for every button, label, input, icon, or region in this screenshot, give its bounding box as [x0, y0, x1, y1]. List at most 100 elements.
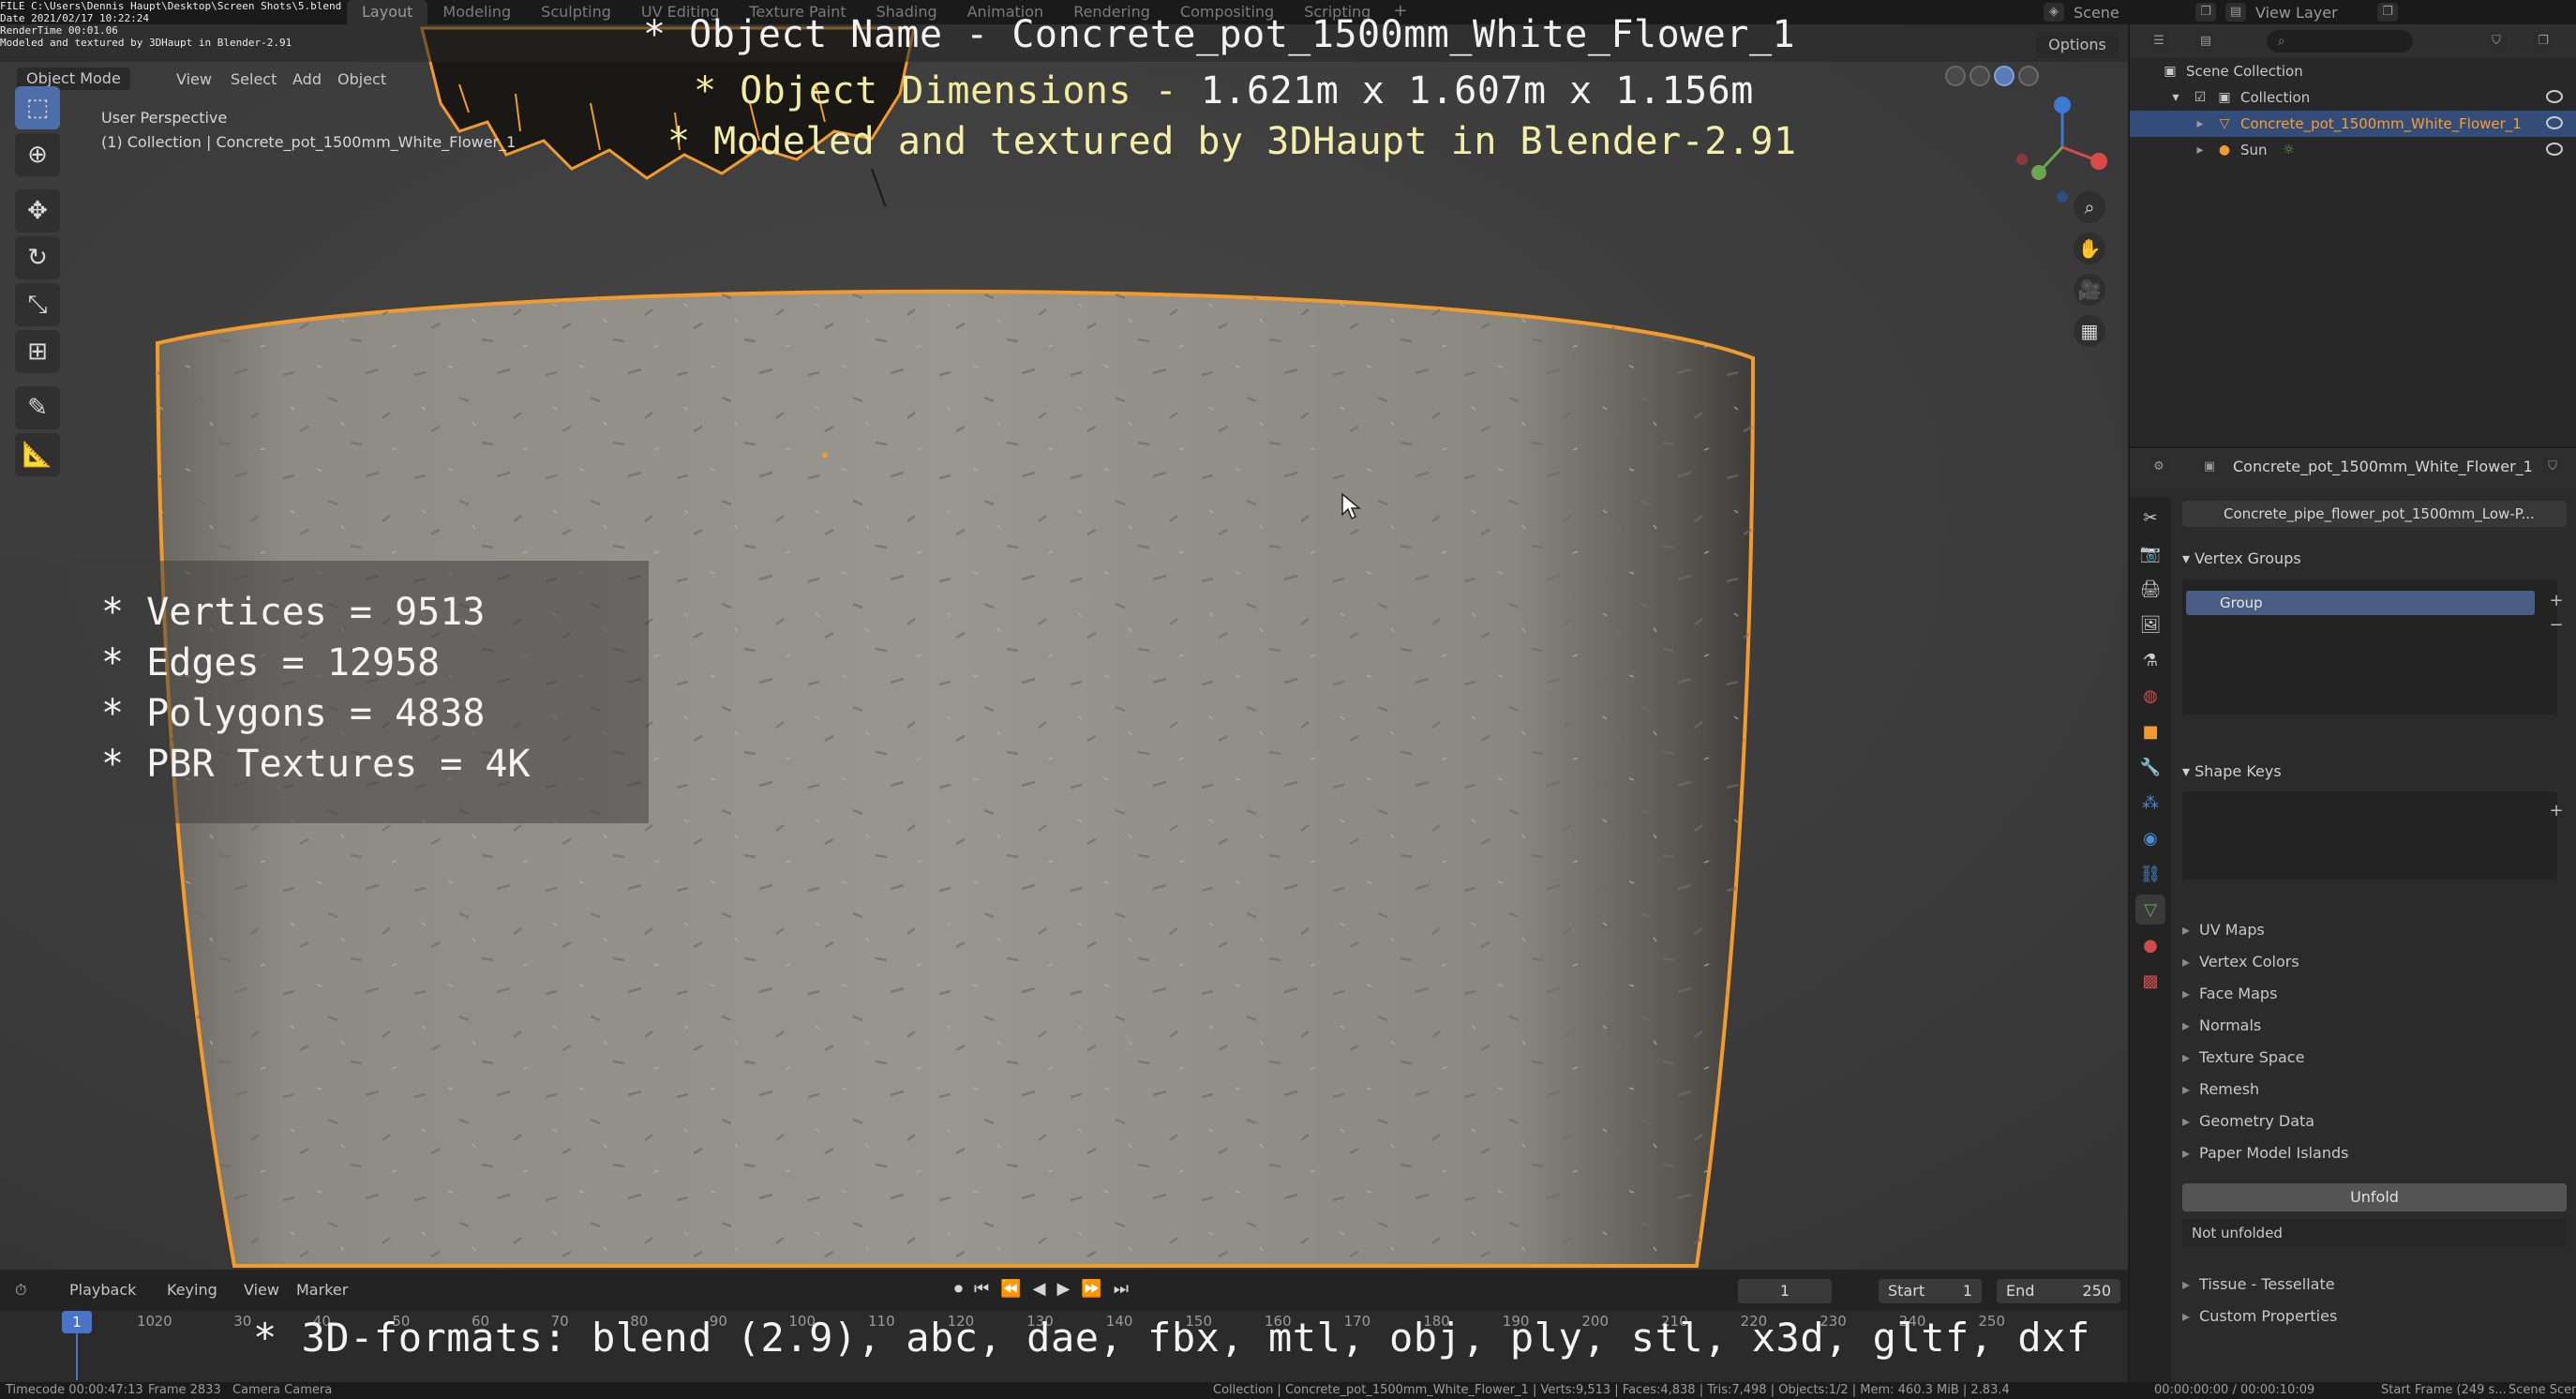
playhead-line [76, 1333, 78, 1380]
new-scene-icon[interactable]: ❐ [2195, 3, 2216, 22]
new-view-layer-icon[interactable]: ❐ [2377, 3, 2398, 22]
visibility-eye-icon[interactable] [2546, 143, 2563, 156]
outliner: ☰ ▤ ⌕ ⛉ ❐ ▣ Scene Collection ▾ ☑ ▣ Colle… [2130, 24, 2576, 446]
material-shading-icon[interactable] [1994, 66, 2014, 86]
texture-tab-icon[interactable]: ▩ [2135, 966, 2165, 996]
constraints-tab-icon[interactable]: ⛓ [2135, 859, 2165, 889]
ortho-grid-icon[interactable]: ▦ [2074, 315, 2105, 347]
menu-object[interactable]: Object [337, 70, 386, 88]
light-object-icon: ● [2218, 143, 2231, 158]
rendered-shading-icon[interactable] [2018, 66, 2039, 86]
add-shape-key-icon[interactable]: + [2546, 801, 2567, 821]
visibility-eye-icon[interactable] [2546, 90, 2563, 103]
menu-view[interactable]: View [176, 70, 212, 88]
remove-vertex-group-icon[interactable]: − [2546, 615, 2567, 636]
filter-icon[interactable]: ⛉ [2542, 458, 2563, 476]
checkbox-icon[interactable]: ☑ [2192, 89, 2209, 106]
outliner-search-input[interactable]: ⌕ [2267, 30, 2413, 53]
start-frame-field[interactable]: Start 1 [1879, 1279, 1982, 1303]
status-frame: Frame 2833 [148, 1383, 221, 1397]
shape-keys-header[interactable]: ▾ Shape Keys [2182, 762, 2282, 780]
expand-arrow-icon[interactable]: ▸ [2192, 142, 2209, 158]
start-label: Start [1888, 1282, 1925, 1300]
panel-geometry-data[interactable]: Geometry Data [2182, 1112, 2314, 1130]
vertex-group-item[interactable]: Group [2186, 591, 2535, 615]
add-vertex-group-icon[interactable]: + [2546, 591, 2567, 611]
scale-icon[interactable]: ⤡ [15, 283, 60, 326]
panel-face-maps[interactable]: Face Maps [2182, 985, 2277, 1002]
panel-custom-properties[interactable]: Custom Properties [2182, 1307, 2337, 1325]
stats-overlay: * Vertices = 9513 * Edges = 12958 * Poly… [0, 561, 649, 823]
material-tab-icon[interactable]: ● [2135, 930, 2165, 960]
panel-texture-space[interactable]: Texture Space [2182, 1048, 2304, 1066]
shape-keys-list[interactable] [2182, 791, 2557, 880]
object-tab-icon[interactable]: ■ [2135, 716, 2165, 746]
move-icon[interactable]: ✥ [15, 189, 60, 233]
view-layer-tab-icon[interactable]: 🖼 [2135, 609, 2165, 639]
wireframe-shading-icon[interactable] [1945, 66, 1966, 86]
expand-arrow-icon[interactable]: ▾ [2167, 89, 2184, 106]
mouse-cursor-icon [1341, 492, 1361, 520]
caption-3d-formats: * 3D-formats: blend (2.9), abc, dae, fbx… [253, 1315, 2090, 1361]
world-tab-icon[interactable]: ◍ [2135, 681, 2165, 711]
mesh-data-tab-icon[interactable]: ▽ [2135, 895, 2165, 925]
shading-buttons [1945, 66, 2039, 86]
new-collection-icon[interactable]: ❐ [2533, 32, 2554, 51]
start-value: 1 [1962, 1282, 1972, 1300]
playhead[interactable]: 1 [62, 1311, 92, 1333]
output-tab-icon[interactable]: 🖨 [2135, 574, 2165, 604]
transform-icon[interactable]: ⊞ [15, 330, 60, 373]
panel-tissue-tessellate[interactable]: Tissue - Tessellate [2182, 1275, 2335, 1293]
unfold-button[interactable]: Unfold [2182, 1183, 2567, 1211]
cursor-icon[interactable]: ⊕ [15, 133, 60, 176]
rotate-icon[interactable]: ↻ [15, 236, 60, 279]
outliner-editor-icon[interactable]: ☰ [2149, 32, 2169, 51]
timeline-editor-icon[interactable]: ⏱ [15, 1281, 26, 1300]
menu-select[interactable]: Select [231, 70, 277, 88]
pin-object-icon[interactable]: ▣ [2199, 458, 2220, 476]
unfold-status: Not unfolded [2182, 1219, 2567, 1247]
measure-icon[interactable]: 📐 [15, 433, 60, 476]
scene-tab-icon[interactable]: ⚗ [2135, 645, 2165, 675]
physics-tab-icon[interactable]: ◉ [2135, 823, 2165, 853]
filter-icon[interactable]: ⛉ [2486, 32, 2507, 51]
pan-hand-icon[interactable]: ✋ [2074, 233, 2105, 264]
vertex-groups-header[interactable]: ▾ Vertex Groups [2182, 549, 2301, 567]
scene-icon[interactable]: ◈ [2044, 3, 2064, 22]
outliner-sun-row[interactable]: ▸ ● Sun ☼ [2130, 137, 2576, 163]
annotate-icon[interactable]: ✎ [15, 386, 60, 429]
outliner-collection[interactable]: ▾ ☑ ▣ Collection [2130, 84, 2576, 111]
modifier-tab-icon[interactable]: 🔧 [2135, 752, 2165, 782]
camera-view-icon[interactable]: 🎥 [2074, 274, 2105, 306]
scene-collection-icon: ▣ [2164, 64, 2177, 79]
navigation-gizmo[interactable] [2001, 86, 2123, 208]
expand-arrow-icon[interactable]: ▸ [2192, 115, 2209, 132]
view-layer-label[interactable]: View Layer [2255, 4, 2368, 22]
menu-add[interactable]: Add [292, 70, 322, 88]
particles-tab-icon[interactable]: ⁂ [2135, 788, 2165, 818]
select-box-icon[interactable]: ⬚ [15, 86, 60, 129]
panel-vertex-colors[interactable]: Vertex Colors [2182, 953, 2299, 970]
display-mode-icon[interactable]: ▤ [2195, 32, 2216, 51]
mesh-datablock-field[interactable]: Concrete_pipe_flower_pot_1500mm_Low-P... [2182, 501, 2567, 527]
tool-tab-icon[interactable]: ✂ [2135, 503, 2165, 533]
options-button[interactable]: Options [2036, 32, 2119, 58]
render-tab-icon[interactable]: 📷 [2135, 538, 2165, 568]
outliner-object-row[interactable]: ▸ ▽ Concrete_pot_1500mm_White_Flower_1 [2130, 111, 2576, 137]
view-layer-icon[interactable]: ▤ [2225, 3, 2246, 22]
zoom-icon[interactable]: ⌕ [2074, 191, 2105, 223]
panel-normals[interactable]: Normals [2182, 1016, 2261, 1034]
end-value: 250 [2082, 1282, 2111, 1300]
end-frame-field[interactable]: End 250 [1997, 1279, 2120, 1303]
properties-editor-icon[interactable]: ⚙ [2149, 458, 2169, 476]
panel-remesh[interactable]: Remesh [2182, 1080, 2259, 1098]
visibility-eye-icon[interactable] [2546, 116, 2563, 129]
outliner-scene-collection[interactable]: ▣ Scene Collection [2130, 58, 2576, 84]
scene-label[interactable]: Scene [2074, 4, 2186, 22]
menu-playback[interactable]: Playback [69, 1281, 136, 1299]
solid-shading-icon[interactable] [1969, 66, 1990, 86]
panel-uv-maps[interactable]: UV Maps [2182, 921, 2265, 939]
ruler-tick: 20 [154, 1313, 172, 1330]
panel-paper-model-islands[interactable]: Paper Model Islands [2182, 1144, 2348, 1162]
properties-header: ⚙ ▣ Concrete_pot_1500mm_White_Flower_1 ⛉ [2130, 448, 2576, 488]
